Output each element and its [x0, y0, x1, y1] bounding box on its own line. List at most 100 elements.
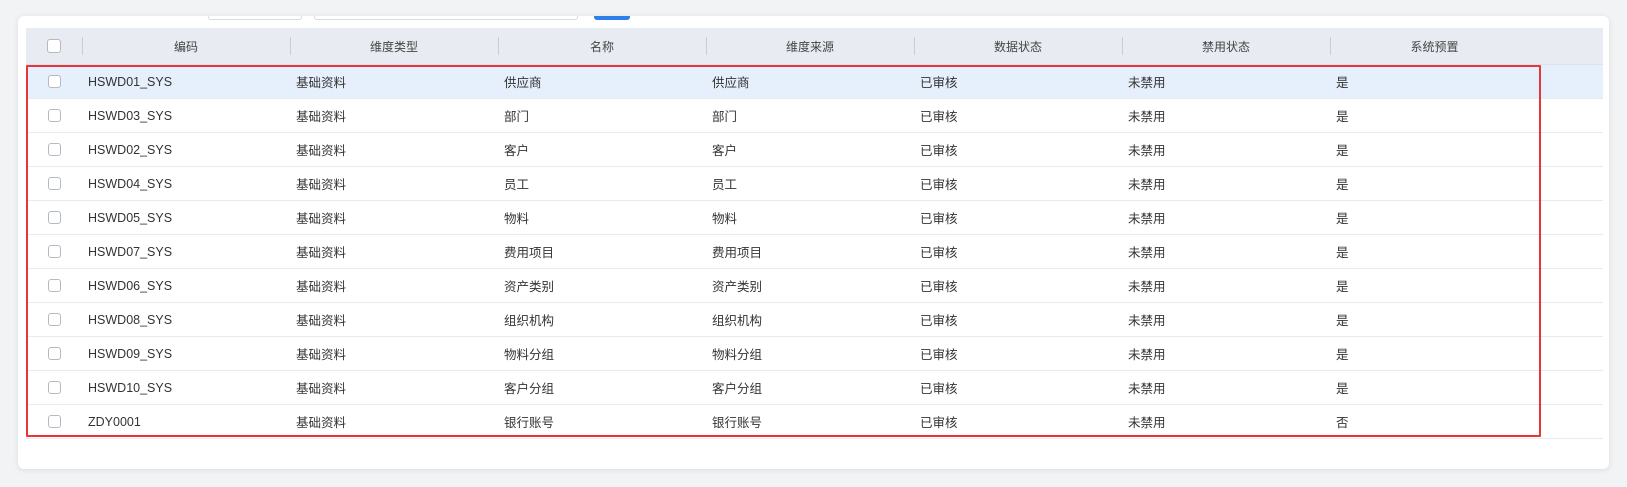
cell-name: 组织机构	[504, 314, 555, 328]
cell-data-status: 已审核	[920, 382, 958, 396]
row-checkbox[interactable]	[47, 381, 61, 394]
table-header: 编码 维度类型 名称 维度来源 数据状态 禁用状态 系统预置	[26, 28, 1603, 65]
table-row[interactable]: HSWD04_SYS 基础资料 员工 员工 已审核 未禁用 是	[26, 167, 1603, 201]
cell-dimension-type: 基础资料	[296, 246, 347, 260]
table-row[interactable]: HSWD02_SYS 基础资料 客户 客户 已审核 未禁用 是	[26, 133, 1603, 167]
row-checkbox[interactable]	[47, 177, 61, 190]
table-row[interactable]: HSWD10_SYS 基础资料 客户分组 客户分组 已审核 未禁用 是	[26, 371, 1603, 405]
cell-dimension-type: 基础资料	[296, 416, 347, 430]
column-header-system-preset[interactable]: 系统预置	[1330, 28, 1539, 64]
row-checkbox-cell	[26, 201, 82, 234]
table-row[interactable]: HSWD08_SYS 基础资料 组织机构 组织机构 已审核 未禁用 是	[26, 303, 1603, 337]
row-checkbox[interactable]	[47, 75, 61, 88]
column-header-name[interactable]: 名称	[498, 28, 706, 64]
cell-code: HSWD07_SYS	[88, 244, 173, 259]
table-row[interactable]: ZDY0001 基础资料 银行账号 银行账号 已审核 未禁用 否	[26, 405, 1603, 439]
row-checkbox[interactable]	[47, 313, 61, 326]
cell-dimension-source: 费用项目	[712, 246, 763, 260]
cell-code: HSWD04_SYS	[88, 176, 173, 191]
cell-name: 物料	[504, 212, 530, 226]
dimension-table: 编码 维度类型 名称 维度来源 数据状态 禁用状态 系统预置 HSWD01_SY…	[26, 28, 1603, 439]
cell-disable-status: 未禁用	[1128, 212, 1166, 226]
table-row[interactable]: HSWD07_SYS 基础资料 费用项目 费用项目 已审核 未禁用 是	[26, 235, 1603, 269]
cell-system-preset: 是	[1336, 178, 1349, 192]
column-header-data-status[interactable]: 数据状态	[914, 28, 1122, 64]
cell-name: 资产类别	[504, 280, 555, 294]
header-checkbox-cell	[26, 28, 82, 64]
cell-code: HSWD05_SYS	[88, 210, 173, 225]
cell-disable-status: 未禁用	[1128, 246, 1166, 260]
table-row[interactable]: HSWD01_SYS 基础资料 供应商 供应商 已审核 未禁用 是	[26, 65, 1603, 99]
cell-system-preset: 是	[1336, 76, 1349, 90]
cell-dimension-source: 资产类别	[712, 280, 763, 294]
cell-name: 银行账号	[504, 416, 555, 430]
cell-name: 供应商	[504, 76, 542, 90]
table-row[interactable]: HSWD06_SYS 基础资料 资产类别 资产类别 已审核 未禁用 是	[26, 269, 1603, 303]
cell-data-status: 已审核	[920, 110, 958, 124]
cell-disable-status: 未禁用	[1128, 280, 1166, 294]
cell-disable-status: 未禁用	[1128, 416, 1166, 430]
cell-disable-status: 未禁用	[1128, 382, 1166, 396]
cell-system-preset: 是	[1336, 212, 1349, 226]
cell-dimension-source: 供应商	[712, 76, 750, 90]
row-checkbox[interactable]	[47, 415, 61, 428]
select-all-checkbox[interactable]	[47, 39, 61, 53]
column-header-disable-status[interactable]: 禁用状态	[1122, 28, 1330, 64]
table-row[interactable]: HSWD09_SYS 基础资料 物料分组 物料分组 已审核 未禁用 是	[26, 337, 1603, 371]
row-checkbox[interactable]	[47, 347, 61, 360]
row-checkbox-cell	[26, 167, 82, 200]
cell-disable-status: 未禁用	[1128, 178, 1166, 192]
cell-code: HSWD08_SYS	[88, 312, 173, 327]
column-header-code[interactable]: 编码	[82, 28, 290, 64]
cell-dimension-type: 基础资料	[296, 76, 347, 90]
cell-system-preset: 是	[1336, 280, 1349, 294]
search-button[interactable]	[594, 16, 630, 20]
cell-data-status: 已审核	[920, 416, 958, 430]
cell-name: 员工	[504, 178, 530, 192]
row-checkbox[interactable]	[47, 245, 61, 258]
row-checkbox-cell	[26, 133, 82, 166]
cell-dimension-type: 基础资料	[296, 144, 347, 158]
cell-data-status: 已审核	[920, 348, 958, 362]
cell-code: ZDY0001	[88, 414, 141, 429]
cell-dimension-source: 客户	[712, 144, 738, 158]
cell-dimension-source: 客户分组	[712, 382, 763, 396]
cell-name: 客户	[504, 144, 530, 158]
cell-disable-status: 未禁用	[1128, 314, 1166, 328]
cell-dimension-type: 基础资料	[296, 314, 347, 328]
cell-disable-status: 未禁用	[1128, 144, 1166, 158]
cell-disable-status: 未禁用	[1128, 110, 1166, 124]
list-panel: 编码 维度类型 名称 维度来源 数据状态 禁用状态 系统预置 HSWD01_SY…	[18, 16, 1609, 469]
table-row[interactable]: HSWD03_SYS 基础资料 部门 部门 已审核 未禁用 是	[26, 99, 1603, 133]
cell-name: 客户分组	[504, 382, 555, 396]
cell-system-preset: 是	[1336, 144, 1349, 158]
cell-code: HSWD01_SYS	[88, 74, 173, 89]
row-checkbox[interactable]	[47, 143, 61, 156]
row-checkbox-cell	[26, 337, 82, 370]
search-input[interactable]	[314, 16, 578, 20]
column-header-dimension-type[interactable]: 维度类型	[290, 28, 498, 64]
cell-data-status: 已审核	[920, 178, 958, 192]
cell-code: HSWD10_SYS	[88, 380, 173, 395]
cell-dimension-source: 员工	[712, 178, 738, 192]
filter-select[interactable]	[208, 16, 302, 20]
cell-name: 物料分组	[504, 348, 555, 362]
table-row[interactable]: HSWD05_SYS 基础资料 物料 物料 已审核 未禁用 是	[26, 201, 1603, 235]
cell-dimension-type: 基础资料	[296, 348, 347, 362]
cell-dimension-type: 基础资料	[296, 382, 347, 396]
row-checkbox-cell	[26, 371, 82, 404]
row-checkbox-cell	[26, 235, 82, 268]
cell-data-status: 已审核	[920, 246, 958, 260]
cell-disable-status: 未禁用	[1128, 348, 1166, 362]
cell-system-preset: 是	[1336, 348, 1349, 362]
row-checkbox[interactable]	[47, 279, 61, 292]
cell-code: HSWD03_SYS	[88, 108, 173, 123]
row-checkbox[interactable]	[47, 109, 61, 122]
cell-disable-status: 未禁用	[1128, 76, 1166, 90]
cell-code: HSWD02_SYS	[88, 142, 173, 157]
cell-dimension-source: 部门	[712, 110, 738, 124]
cell-data-status: 已审核	[920, 144, 958, 158]
row-checkbox[interactable]	[47, 211, 61, 224]
column-header-dimension-source[interactable]: 维度来源	[706, 28, 914, 64]
cell-dimension-source: 物料	[712, 212, 738, 226]
